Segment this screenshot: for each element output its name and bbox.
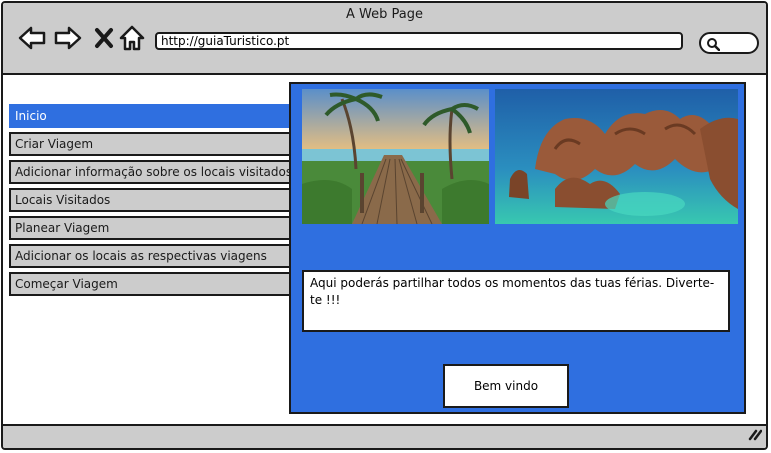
search-input[interactable] [699,32,759,54]
forward-arrow-icon[interactable] [53,23,83,53]
sidebar-item-adicionar-locais[interactable]: Adicionar os locais as respectivas viage… [9,244,291,268]
beach-boardwalk-photo [302,89,489,224]
sidebar-item-adicionar-informacao[interactable]: Adicionar informação sobre os locais vis… [9,160,291,184]
resize-grip-icon[interactable] [746,426,763,445]
search-icon [707,38,720,51]
status-bar [3,424,766,448]
window-title: A Web Page [346,7,423,22]
sidebar-nav: Inicio Criar Viagem Adicionar informação… [9,104,291,300]
back-arrow-icon[interactable] [17,23,47,53]
close-x-icon[interactable] [89,23,119,53]
title-bar: A Web Page http://guiaTuristico.pt [3,3,766,75]
welcome-description: Aqui poderás partilhar todos os momentos… [302,270,730,332]
url-input[interactable]: http://guiaTuristico.pt [155,32,683,50]
coastal-rocks-photo [495,89,738,224]
browser-window: A Web Page http://guiaTuristico.pt Inici… [1,1,768,450]
main-content: Aqui poderás partilhar todos os momentos… [289,82,746,414]
sidebar-item-inicio[interactable]: Inicio [9,104,291,128]
sidebar-item-comecar-viagem[interactable]: Começar Viagem [9,272,291,296]
sidebar-item-criar-viagem[interactable]: Criar Viagem [9,132,291,156]
sidebar-item-planear-viagem[interactable]: Planear Viagem [9,216,291,240]
sidebar-item-locais-visitados[interactable]: Locais Visitados [9,188,291,212]
home-icon[interactable] [117,23,147,53]
welcome-button[interactable]: Bem vindo [443,364,569,408]
